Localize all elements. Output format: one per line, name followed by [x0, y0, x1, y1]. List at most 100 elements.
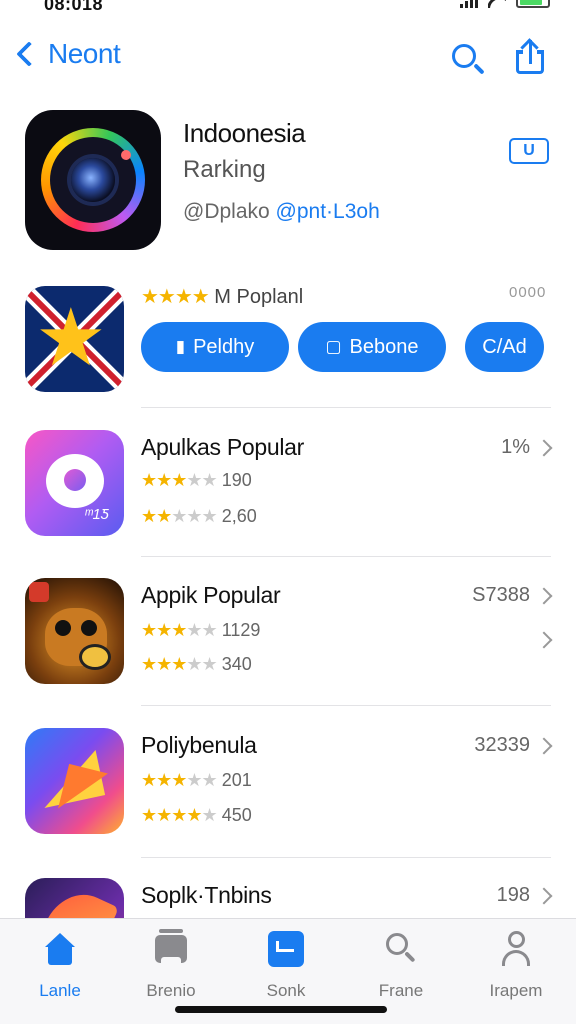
app-stat: 32339: [474, 734, 530, 756]
lock-icon: ▮: [175, 337, 186, 356]
share-icon[interactable]: [512, 38, 552, 78]
add-button-label: C/Ad: [482, 335, 527, 358]
tab-irapem[interactable]: Irapem: [461, 929, 571, 1000]
battery-icon: [516, 0, 550, 8]
divider: [141, 556, 551, 557]
navigation-bar: Neont: [0, 30, 576, 90]
tab-brenio[interactable]: Brenio: [116, 929, 226, 1000]
promo-more[interactable]: 0000: [509, 284, 546, 301]
rating-line: ★★★★★ 1129: [141, 620, 260, 641]
stars-filled: ★★★: [141, 654, 187, 674]
tab-sonk[interactable]: Sonk: [231, 929, 341, 1000]
stars-empty: ★★: [186, 770, 217, 790]
wifi-icon: [488, 0, 506, 8]
stars-empty: ★★: [186, 620, 217, 640]
back-button[interactable]: Neont: [12, 38, 121, 70]
app-row-apulkas[interactable]: ᵐ1Ƽ Apulkas Popular 1% ★★★★★ 190 ★★★★★ 2…: [0, 430, 576, 558]
divider: [141, 705, 551, 706]
app-name: Apulkas Popular: [141, 434, 304, 460]
rating-line: ★★★★★ 201: [141, 770, 252, 791]
chat-app-icon: ᵐ1Ƽ: [25, 430, 124, 536]
app-stat: 198: [496, 884, 530, 906]
stars-empty: ★★★: [171, 506, 217, 526]
star-icon: ★: [35, 293, 107, 382]
rating-line: ★★★★★ 190: [141, 470, 252, 491]
rating-count: 340: [221, 654, 252, 674]
stars-filled: ★★: [141, 506, 172, 526]
promo-title-text: M Poplanl: [208, 286, 304, 308]
game-app-icon: [25, 578, 124, 684]
tab-label: Frane: [378, 981, 424, 1000]
stars-filled: ★★★: [141, 470, 187, 490]
chevron-right-icon: [535, 439, 553, 457]
rating-count: 450: [221, 805, 252, 825]
games-icon: [268, 931, 304, 967]
featured-meta-link[interactable]: @pnt·L3oh: [276, 200, 380, 223]
featured-action-chip[interactable]: U: [509, 138, 549, 164]
app-row-poliybenula[interactable]: Poliybenula 32339 ★★★★★ 201 ★★★★★ 450: [0, 728, 576, 856]
app-row-soplk[interactable]: Soplk·Tnbins 198: [0, 878, 576, 918]
add-button[interactable]: C/Ad: [465, 322, 544, 372]
bebone-button-label: Bebone: [349, 335, 419, 358]
tab-lanle[interactable]: Lanle: [5, 929, 115, 1000]
tab-label: Irapem: [489, 981, 543, 1000]
app-row-appik[interactable]: Appik Popular S7388 ★★★★★ 1129 ★★★★★ 340: [0, 578, 576, 706]
chevron-left-icon: [16, 41, 42, 67]
icon-tag: ᵐ1Ƽ: [85, 506, 109, 523]
search-icon[interactable]: [448, 40, 488, 80]
rating-count: 2,60: [221, 506, 257, 526]
divider: [141, 407, 551, 408]
signal-icon: [460, 0, 478, 8]
promo-row: ★ ★★★★ M Poplanl 0000 ▮ Peldhy ▢ Bebone …: [0, 280, 576, 406]
rating-line: ★★★★★ 2,60: [141, 506, 257, 527]
featured-meta-prefix: @Dplako: [183, 200, 270, 223]
app-name: Soplk·Tnbins: [141, 882, 272, 908]
tab-frane[interactable]: Frane: [346, 929, 456, 1000]
back-label: Neont: [48, 38, 121, 69]
stars-empty: ★★: [186, 654, 217, 674]
promo-stars: ★★★★: [141, 286, 210, 308]
rating-line: ★★★★★ 340: [141, 654, 252, 675]
divider: [141, 857, 551, 858]
promo-title: ★★★★ M Poplanl: [141, 284, 303, 309]
app-name: Poliybenula: [141, 732, 257, 758]
chevron-right-icon: [535, 887, 553, 905]
featured-subtitle: Rarking: [183, 156, 266, 183]
featured-meta: @Dplako @pnt·L3oh: [183, 200, 380, 224]
rating-count: 1129: [221, 620, 261, 640]
chevron-right-icon: [535, 587, 553, 605]
bebone-button[interactable]: ▢ Bebone: [298, 322, 446, 372]
stars-filled: ★★★: [141, 620, 187, 640]
status-time: 08:018: [44, 0, 104, 14]
apps-stack-icon: [155, 929, 187, 963]
rating-line: ★★★★★ 450: [141, 805, 252, 826]
featured-title: Indoonesia: [183, 118, 306, 148]
search-icon: [386, 933, 418, 967]
camera-app-icon[interactable]: [25, 110, 161, 250]
stars-filled: ★★★★: [141, 805, 203, 825]
flag-app-icon[interactable]: ★: [25, 286, 124, 392]
tab-label: Sonk: [266, 981, 306, 1000]
flame-app-icon: [25, 878, 124, 918]
peldhy-button[interactable]: ▮ Peldhy: [141, 322, 289, 372]
tab-label: Lanle: [39, 981, 81, 1000]
square-icon: ▢: [325, 337, 342, 356]
tab-label: Brenio: [146, 981, 196, 1000]
app-name: Appik Popular: [141, 582, 281, 608]
chevron-right-icon: [535, 737, 553, 755]
person-icon: [501, 931, 531, 967]
rating-count: 201: [221, 770, 252, 790]
stars-empty: ★: [201, 805, 218, 825]
peldhy-button-label: Peldhy: [193, 335, 255, 358]
app-stat: 1%: [501, 436, 530, 458]
arrow-app-icon: [25, 728, 124, 834]
home-icon: [45, 933, 75, 965]
home-indicator: [175, 1006, 387, 1013]
stars-filled: ★★★: [141, 770, 187, 790]
status-icons: [460, 0, 550, 8]
stars-empty: ★★: [186, 470, 217, 490]
featured-app: Indoonesia Rarking @Dplako @pnt·L3oh U: [0, 100, 576, 260]
app-stat: S7388: [472, 584, 530, 606]
rating-count: 190: [221, 470, 252, 490]
status-bar: 08:018: [0, 0, 576, 14]
